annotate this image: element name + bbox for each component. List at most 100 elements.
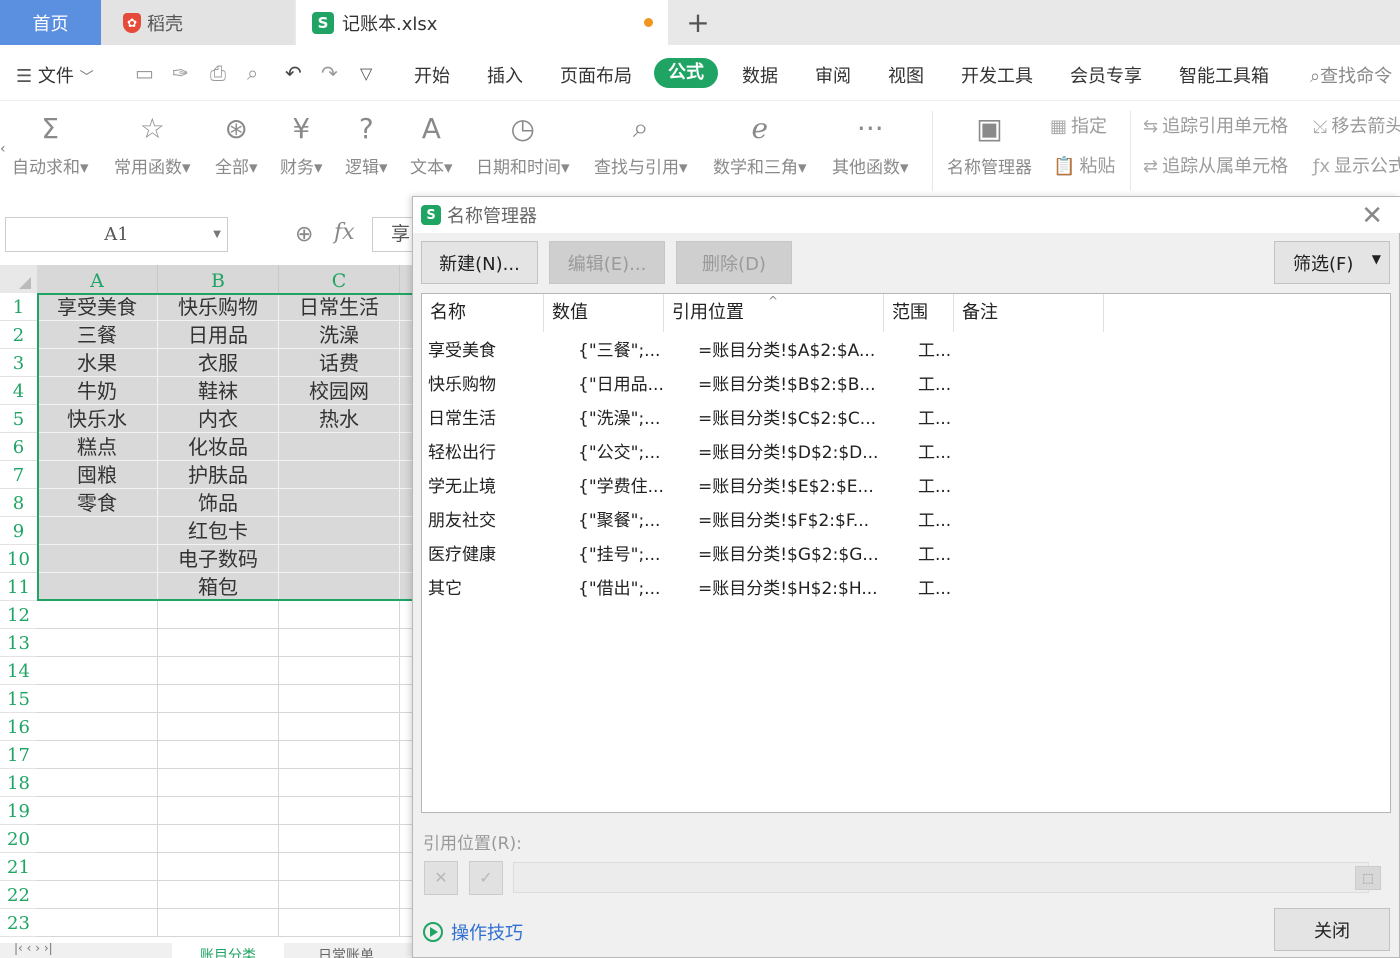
menu-formula[interactable]: 公式	[654, 58, 718, 88]
cell[interactable]: 护肤品	[158, 461, 279, 489]
cell[interactable]: 电子数码	[158, 545, 279, 573]
ribbon-scroll-left-icon[interactable]: ‹	[0, 141, 6, 157]
cell[interactable]	[158, 825, 279, 853]
cell[interactable]: 快乐水	[37, 405, 158, 433]
row-header[interactable]: 11	[0, 573, 37, 601]
save-icon[interactable]: ▭	[135, 61, 154, 85]
menu-member[interactable]: 会员专享	[1070, 62, 1142, 88]
row-header[interactable]: 2	[0, 321, 37, 349]
remove-arrows-button[interactable]: ⤩ 移去箭头	[1313, 112, 1400, 138]
list-item[interactable]: 其它 {"借出";... =账目分类!$H$2:$H... 工...	[422, 572, 1390, 606]
row-header[interactable]: 3	[0, 349, 37, 377]
cell[interactable]: 囤粮	[37, 461, 158, 489]
cell[interactable]	[279, 797, 400, 825]
cell[interactable]	[279, 853, 400, 881]
cell[interactable]	[37, 517, 158, 545]
row-header[interactable]: 9	[0, 517, 37, 545]
row-header[interactable]: 23	[0, 909, 37, 937]
list-item[interactable]: 轻松出行 {"公交";... =账目分类!$D$2:$D... 工...	[422, 436, 1390, 470]
cell[interactable]	[279, 657, 400, 685]
text-button[interactable]: A 文本▾	[410, 105, 453, 179]
name-box[interactable]: A1 ▼	[5, 217, 228, 252]
cell[interactable]: 享受美食	[37, 293, 158, 321]
paste-name-button[interactable]: 📋 粘贴	[1053, 152, 1115, 178]
column-header-refers-to[interactable]: 引用位置 ^	[664, 294, 884, 332]
cell[interactable]: 快乐购物	[158, 293, 279, 321]
column-header[interactable]: C	[279, 265, 400, 293]
row-header[interactable]: 1	[0, 293, 37, 321]
row-header[interactable]: 10	[0, 545, 37, 573]
select-all-corner[interactable]	[0, 265, 37, 293]
tab-home[interactable]: 首页	[0, 0, 101, 45]
column-header-value[interactable]: 数值	[544, 294, 664, 332]
cell[interactable]	[37, 713, 158, 741]
cell[interactable]: 洗澡	[279, 321, 400, 349]
cell[interactable]	[158, 853, 279, 881]
cell[interactable]: 糕点	[37, 433, 158, 461]
cell[interactable]	[279, 741, 400, 769]
quick-access-dropdown-icon[interactable]: ▽	[360, 64, 372, 83]
cell[interactable]	[279, 881, 400, 909]
row-header[interactable]: 14	[0, 657, 37, 685]
formula-input[interactable]: 享受美食	[372, 217, 417, 252]
redo-icon[interactable]: ↷	[321, 61, 338, 85]
row-header[interactable]: 21	[0, 853, 37, 881]
common-functions-button[interactable]: ☆ 常用函数▾	[114, 105, 191, 179]
row-header[interactable]: 18	[0, 769, 37, 797]
cell[interactable]	[158, 769, 279, 797]
cell[interactable]	[279, 629, 400, 657]
list-item[interactable]: 医疗健康 {"挂号";... =账目分类!$G$2:$G... 工...	[422, 538, 1390, 572]
cell[interactable]	[37, 545, 158, 573]
cell[interactable]	[158, 797, 279, 825]
sheet-tab-categories[interactable]: 账目分类	[172, 943, 284, 958]
menu-data[interactable]: 数据	[742, 62, 778, 88]
lookup-reference-button[interactable]: ⌕ 查找与引用▾	[594, 105, 688, 178]
cell[interactable]	[158, 741, 279, 769]
cell[interactable]	[37, 881, 158, 909]
cell[interactable]	[279, 769, 400, 797]
zoom-icon[interactable]: ⊕	[295, 222, 313, 247]
delete-name-button[interactable]: 删除(D)	[676, 241, 792, 284]
cell[interactable]	[279, 433, 400, 461]
range-picker-icon[interactable]: ⬚	[1355, 866, 1381, 890]
file-menu[interactable]: ☰ 文件 ﹀	[16, 62, 94, 88]
cell[interactable]	[37, 573, 158, 601]
cell[interactable]	[279, 713, 400, 741]
column-header-comment[interactable]: 备注	[954, 294, 1104, 332]
cell[interactable]	[158, 685, 279, 713]
row-header[interactable]: 5	[0, 405, 37, 433]
cell[interactable]	[37, 685, 158, 713]
all-functions-button[interactable]: ⊛ 全部▾	[215, 105, 258, 179]
dialog-titlebar[interactable]: S 名称管理器 ✕	[413, 197, 1400, 233]
cell[interactable]: 红包卡	[158, 517, 279, 545]
row-header[interactable]: 16	[0, 713, 37, 741]
cell[interactable]: 牛奶	[37, 377, 158, 405]
row-header[interactable]: 19	[0, 797, 37, 825]
logic-button[interactable]: ? 逻辑▾	[345, 105, 388, 179]
cell[interactable]: 日用品	[158, 321, 279, 349]
list-item[interactable]: 学无止境 {"学费住... =账目分类!$E$2:$E... 工...	[422, 470, 1390, 504]
name-manager-button[interactable]: ▣ 名称管理器	[947, 105, 1032, 179]
cell[interactable]	[279, 489, 400, 517]
math-trig-button[interactable]: ℯ 数学和三角▾	[713, 105, 807, 179]
finance-button[interactable]: ¥ 财务▾	[280, 105, 323, 179]
trace-dependents-button[interactable]: ⇄ 追踪从属单元格	[1143, 152, 1288, 178]
cell[interactable]: 鞋袜	[158, 377, 279, 405]
insert-function-icon[interactable]: fx	[334, 220, 355, 245]
cell[interactable]	[158, 601, 279, 629]
row-header[interactable]: 7	[0, 461, 37, 489]
chevron-down-icon[interactable]: ▼	[213, 218, 221, 251]
row-header[interactable]: 13	[0, 629, 37, 657]
other-functions-button[interactable]: ··· 其他函数▾	[832, 105, 909, 179]
names-list[interactable]: 名称 数值 引用位置 ^ 范围 备注 享受美食 {"三餐";... =账目分类!$A…	[421, 293, 1391, 813]
tab-daoke[interactable]: ✿ 稻壳	[101, 0, 294, 45]
cell[interactable]	[37, 629, 158, 657]
column-header[interactable]: A	[37, 265, 158, 293]
cell[interactable]	[158, 909, 279, 937]
define-name-button[interactable]: ▦ 指定	[1050, 112, 1107, 138]
autosum-button[interactable]: Σ 自动求和▾	[12, 105, 89, 179]
row-header[interactable]: 17	[0, 741, 37, 769]
cell[interactable]	[37, 657, 158, 685]
row-header[interactable]: 20	[0, 825, 37, 853]
cell[interactable]: 零食	[37, 489, 158, 517]
